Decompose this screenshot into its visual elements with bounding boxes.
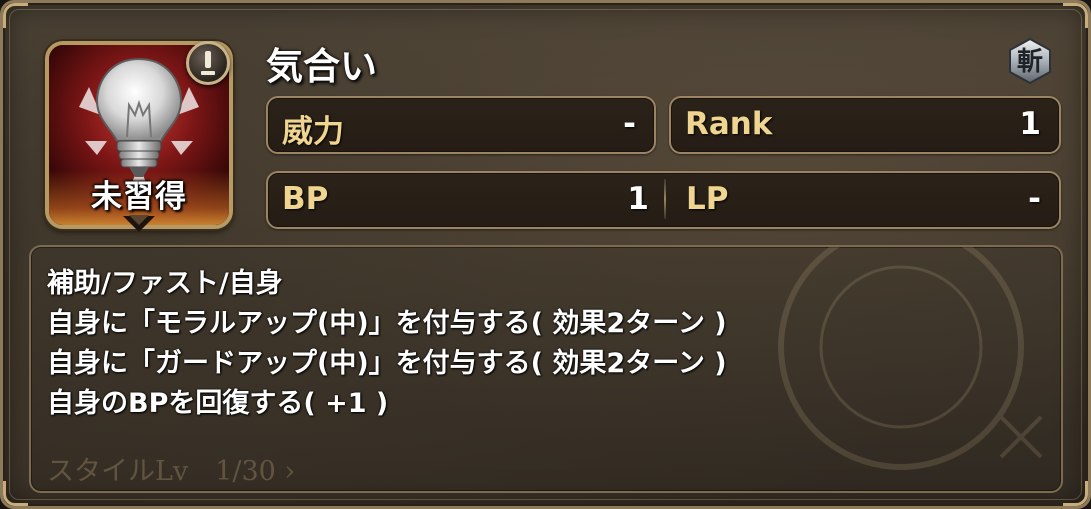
exclamation-icon[interactable] bbox=[186, 41, 230, 85]
frame-corner-decoration bbox=[1063, 481, 1088, 506]
power-value: - bbox=[623, 106, 636, 142]
skill-name: 気合い bbox=[266, 45, 377, 88]
exclamation-glyph bbox=[201, 51, 215, 75]
bp-value: 1 bbox=[627, 181, 649, 217]
lp-label: LP bbox=[686, 181, 729, 217]
stat-divider bbox=[664, 179, 666, 219]
rank-stat: Rank 1 bbox=[669, 96, 1061, 154]
power-label: 威力 bbox=[282, 114, 344, 150]
slash-type-icon: 斬 bbox=[1009, 37, 1051, 85]
slash-type-glyph: 斬 bbox=[1017, 47, 1043, 77]
style-level-background-text: スタイルLv 1/30 › bbox=[47, 456, 296, 487]
description-line: 自身に「モラルアップ(中)」を付与する( 効果2ターン ) bbox=[47, 308, 727, 339]
rank-value: 1 bbox=[1019, 106, 1041, 142]
description-line: 自身のBPを回復する( +1 ) bbox=[47, 388, 389, 419]
description-line: 補助/ファスト/自身 bbox=[47, 268, 283, 299]
power-stat: 威力 - bbox=[266, 96, 656, 154]
frame-corner-decoration bbox=[1063, 3, 1088, 28]
skill-detail-panel: 未習得 気合い 斬 威力 - Rank 1 BP 1 LP - 補助/ファスト/… bbox=[0, 0, 1091, 509]
unlearned-status-label: 未習得 bbox=[91, 179, 187, 215]
frame-corner-decoration bbox=[3, 481, 28, 506]
bp-label: BP bbox=[282, 181, 329, 217]
rank-label: Rank bbox=[685, 106, 773, 142]
icon-pointer-arrow-inner bbox=[129, 215, 149, 225]
lp-value: - bbox=[1028, 181, 1041, 217]
skill-description: 補助/ファスト/自身 自身に「モラルアップ(中)」を付与する( 効果2ターン )… bbox=[29, 245, 1063, 493]
frame-corner-decoration bbox=[3, 3, 28, 28]
description-line: 自身に「ガードアップ(中)」を付与する( 効果2ターン ) bbox=[47, 348, 727, 379]
